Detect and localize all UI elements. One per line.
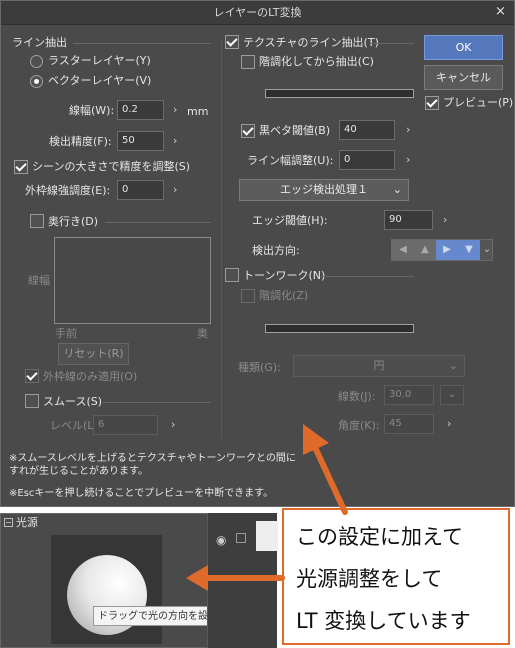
arrow-up-line xyxy=(310,440,348,515)
arrow-left-head xyxy=(186,565,208,591)
annotation-arrows xyxy=(186,424,348,591)
